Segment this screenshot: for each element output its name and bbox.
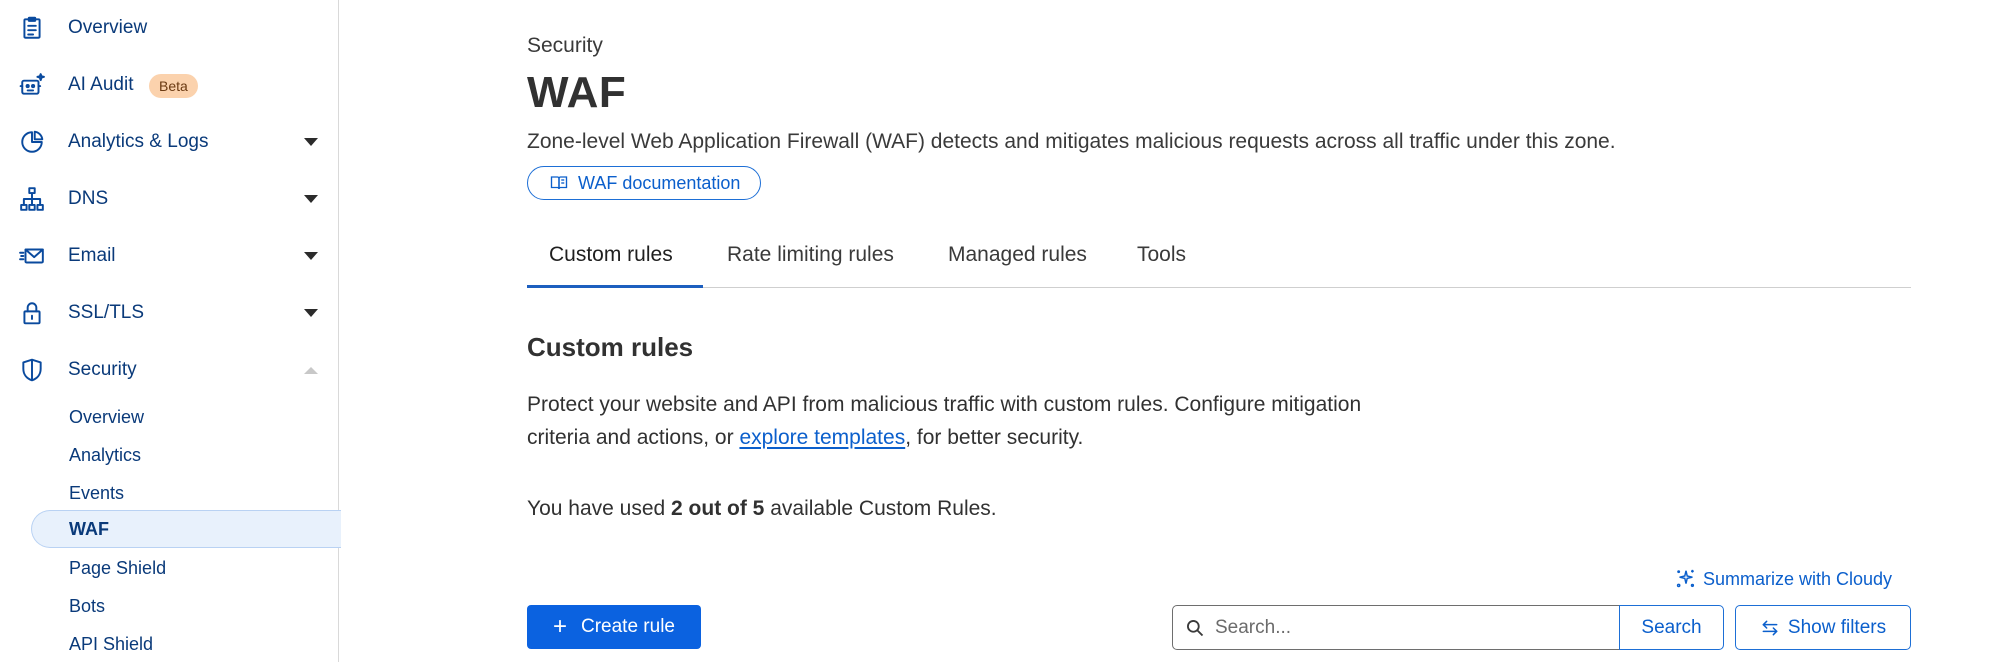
chevron-down-icon[interactable]	[304, 195, 318, 203]
security-sub-overview[interactable]: Overview	[69, 400, 144, 434]
section-title: Custom rules	[527, 332, 694, 362]
search-field[interactable]	[1172, 605, 1620, 650]
page-title: WAF	[527, 68, 627, 117]
create-rule-button[interactable]: + Create rule	[527, 605, 701, 649]
section-description: Protect your website and API from malici…	[527, 393, 1362, 449]
sidebar-item-ai-audit[interactable]: AI Audit Beta	[0, 63, 338, 107]
security-sub-bots[interactable]: Bots	[69, 589, 105, 623]
chevron-down-icon[interactable]	[304, 138, 318, 146]
swap-arrows-icon	[1762, 620, 1778, 635]
security-sub-events[interactable]: Events	[69, 476, 124, 510]
sidebar: Overview AI Audit Beta Analytics & Logs …	[0, 0, 341, 662]
page-description: Zone-level Web Application Firewall (WAF…	[527, 130, 1616, 153]
search-input[interactable]	[1215, 616, 1595, 639]
sidebar-item-email[interactable]: Email	[0, 234, 338, 278]
summarize-with-cloudy-link[interactable]: Summarize with Cloudy	[1675, 568, 1892, 590]
clipboard-icon	[19, 15, 45, 41]
show-filters-label: Show filters	[1787, 616, 1887, 638]
tab-managed-rules[interactable]: Managed rules	[948, 230, 1087, 288]
sidebar-item-label: Analytics & Logs	[68, 131, 209, 152]
chevron-down-icon[interactable]	[304, 309, 318, 317]
search-button[interactable]: Search	[1619, 605, 1724, 650]
create-rule-label: Create rule	[581, 616, 675, 637]
shield-icon	[19, 357, 45, 383]
sidebar-item-overview[interactable]: Overview	[0, 6, 338, 50]
sidebar-item-label: Email	[68, 245, 116, 266]
plus-icon: +	[552, 613, 567, 640]
pie-chart-icon	[19, 129, 45, 155]
chevron-down-icon[interactable]	[304, 252, 318, 260]
book-icon	[550, 176, 568, 190]
chevron-up-icon[interactable]	[304, 366, 318, 374]
sidebar-item-analytics-logs[interactable]: Analytics & Logs	[0, 120, 338, 164]
doc-link-label: WAF documentation	[578, 172, 741, 193]
breadcrumb: Security	[527, 34, 603, 57]
envelope-icon	[19, 243, 45, 269]
security-sub-analytics[interactable]: Analytics	[69, 438, 141, 472]
summarize-label: Summarize with Cloudy	[1703, 568, 1893, 589]
lock-icon	[19, 300, 45, 326]
sidebar-item-dns[interactable]: DNS	[0, 177, 338, 221]
security-sub-waf[interactable]: WAF	[69, 510, 109, 548]
sparkle-icon	[1676, 569, 1695, 588]
sidebar-item-label: Overview	[68, 17, 148, 38]
show-filters-button[interactable]: Show filters	[1735, 605, 1911, 650]
usage-text: You have used 2 out of 5 available Custo…	[527, 497, 997, 520]
sidebar-item-label: Security	[68, 359, 137, 380]
tab-rate-limiting-rules[interactable]: Rate limiting rules	[727, 230, 894, 288]
sidebar-item-label: DNS	[68, 188, 109, 209]
tab-tools[interactable]: Tools	[1137, 230, 1186, 288]
sidebar-item-security[interactable]: Security	[0, 348, 338, 392]
security-sub-api-shield[interactable]: API Shield	[69, 627, 153, 661]
sidebar-item-label: AI Audit	[68, 74, 134, 95]
usage-count: 2 out of 5	[671, 497, 765, 520]
sidebar-item-ssl-tls[interactable]: SSL/TLS	[0, 291, 338, 335]
tab-bar: Custom rules Rate limiting rules Managed…	[527, 230, 1911, 288]
tab-custom-rules[interactable]: Custom rules	[549, 230, 673, 288]
search-icon	[1187, 619, 1204, 636]
network-icon	[19, 186, 45, 212]
active-tab-indicator	[527, 285, 703, 288]
sidebar-item-label: SSL/TLS	[68, 302, 145, 323]
explore-templates-link[interactable]: explore templates	[739, 426, 905, 449]
beta-badge: Beta	[149, 74, 198, 98]
robot-icon	[19, 72, 45, 98]
waf-documentation-link[interactable]: WAF documentation	[527, 166, 762, 200]
security-sub-page-shield[interactable]: Page Shield	[69, 551, 166, 585]
